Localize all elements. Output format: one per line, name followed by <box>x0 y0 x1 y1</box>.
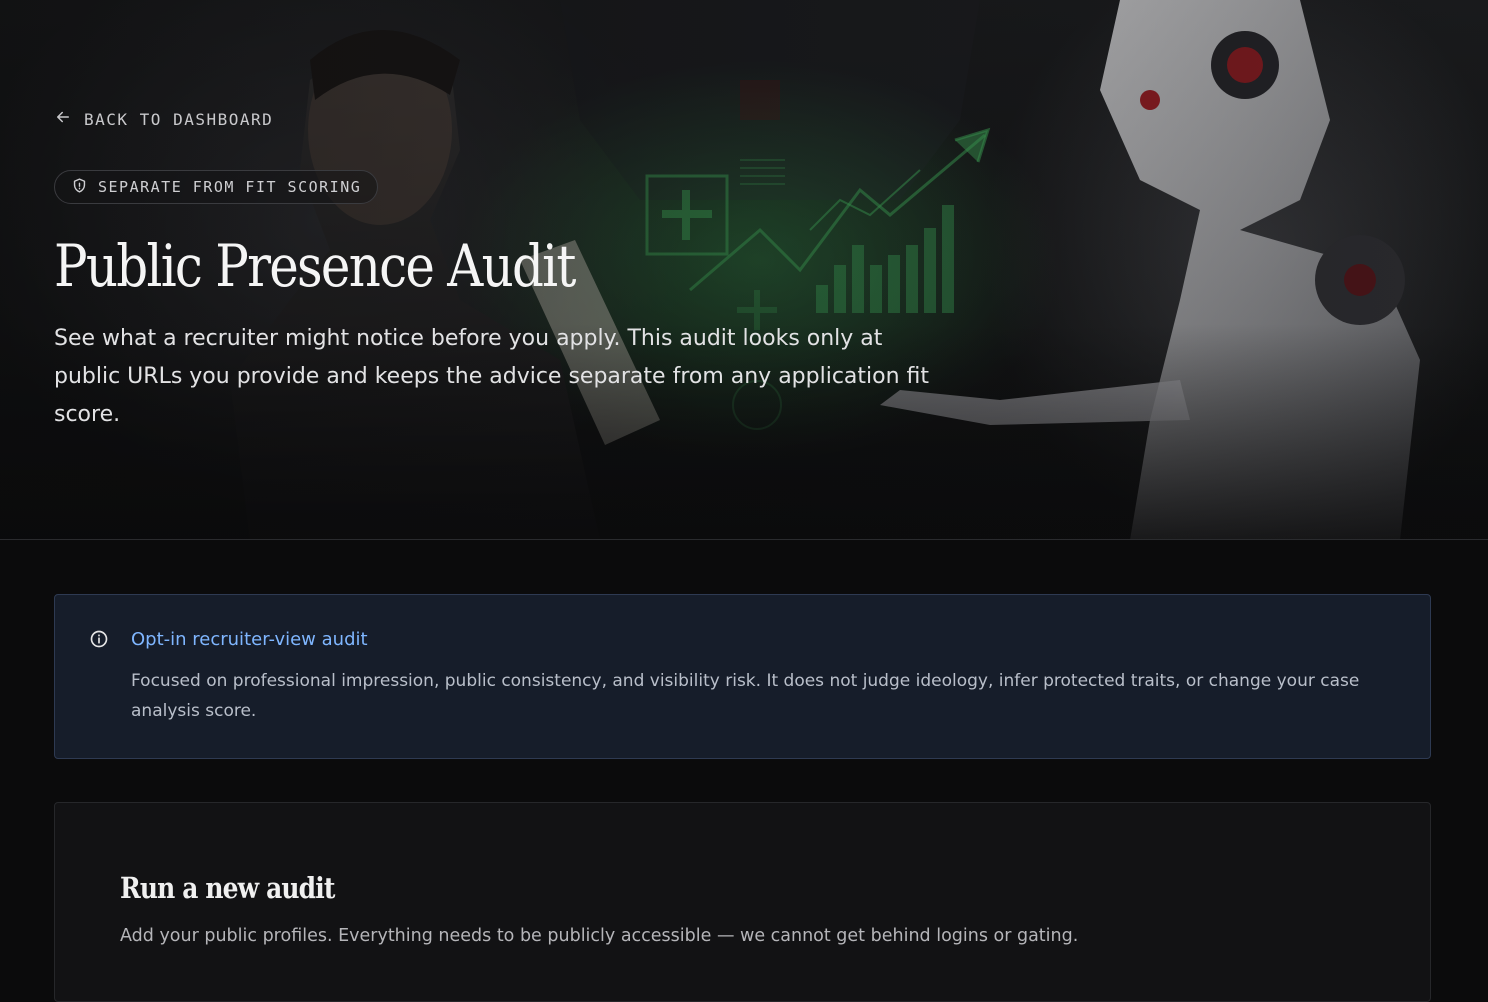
back-link-label: BACK TO DASHBOARD <box>84 109 274 129</box>
new-audit-title: Run a new audit <box>120 871 335 905</box>
hero-section: BACK TO DASHBOARD SEPARATE FROM FIT SCOR… <box>0 0 1488 540</box>
notice-body: Focused on professional impression, publ… <box>131 671 1360 721</box>
separate-scoring-badge: SEPARATE FROM FIT SCORING <box>54 170 379 204</box>
notice-title: Opt-in recruiter-view audit <box>131 629 368 650</box>
page-subtitle: See what a recruiter might notice before… <box>54 326 930 427</box>
shield-icon <box>71 177 88 198</box>
new-audit-panel: Run a new audit Add your public profiles… <box>54 802 1431 1002</box>
opt-in-notice: Opt-in recruiter-view audit Focused on p… <box>54 594 1431 759</box>
page-title: Public Presence Audit <box>54 232 576 300</box>
new-audit-description: Add your public profiles. Everything nee… <box>120 926 1079 946</box>
info-icon <box>89 629 109 649</box>
badge-label: SEPARATE FROM FIT SCORING <box>98 178 362 196</box>
back-to-dashboard-link[interactable]: BACK TO DASHBOARD <box>54 108 273 130</box>
arrow-left-icon <box>54 108 72 130</box>
